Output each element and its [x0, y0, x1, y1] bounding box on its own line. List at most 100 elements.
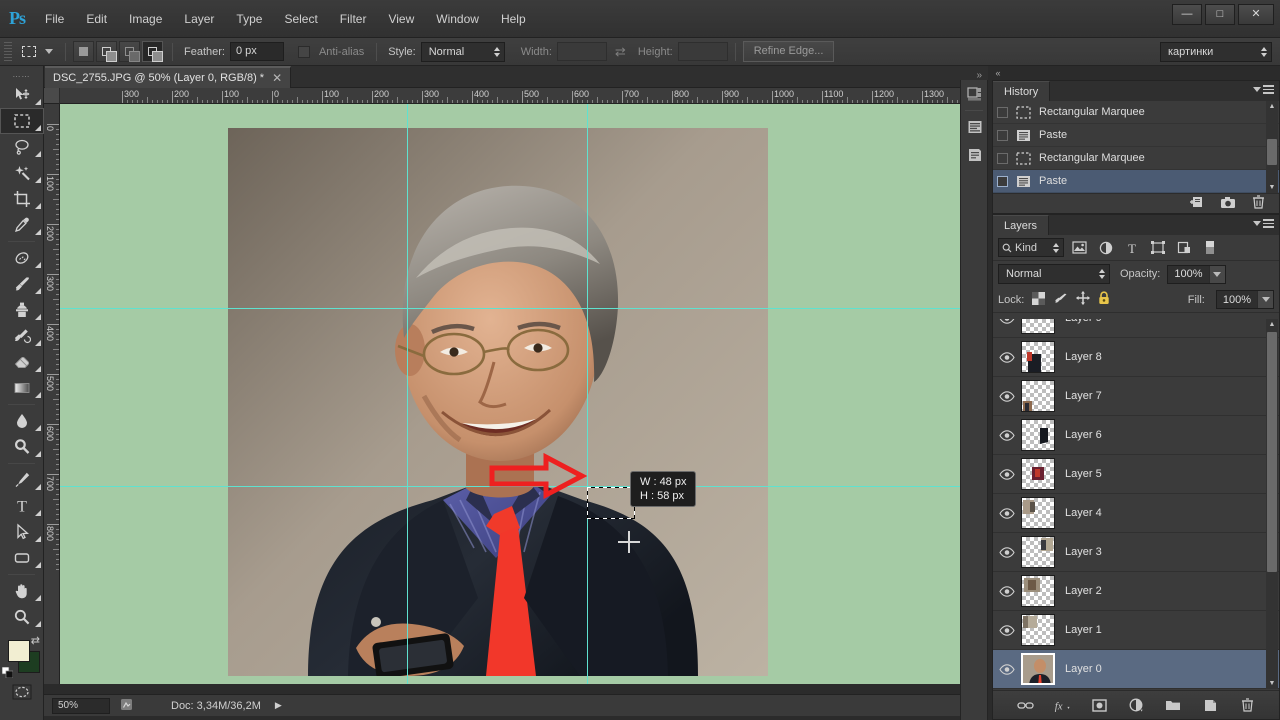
menu-edit[interactable]: Edit [75, 0, 118, 38]
maximize-button[interactable]: □ [1205, 4, 1235, 25]
filter-pixel-icon[interactable] [1069, 238, 1090, 257]
opacity-input[interactable]: 100% [1167, 265, 1225, 284]
close-button[interactable]: ✕ [1238, 4, 1274, 25]
layer-thumbnail[interactable] [1021, 341, 1055, 373]
menu-image[interactable]: Image [118, 0, 173, 38]
document-size-icon[interactable] [120, 698, 133, 714]
history-brush-tool[interactable] [0, 323, 44, 349]
history-state-row[interactable]: Paste [993, 124, 1279, 147]
vertical-guide[interactable] [407, 104, 408, 684]
layer-row[interactable]: Layer 1 [993, 611, 1279, 650]
fill-chevron-down-icon[interactable] [1257, 291, 1273, 308]
layer-thumbnail[interactable] [1021, 419, 1055, 451]
scroll-down-icon[interactable]: ▼ [1266, 678, 1278, 689]
add-to-selection-button[interactable] [96, 41, 117, 62]
rectangular-marquee-tool[interactable] [0, 108, 44, 134]
opacity-chevron-down-icon[interactable] [1209, 266, 1225, 283]
document-tab[interactable]: DSC_2755.JPG @ 50% (Layer 0, RGB/8) * ✕ [45, 66, 291, 88]
width-input[interactable] [557, 42, 607, 61]
layer-style-fx-icon[interactable]: fx [1053, 696, 1071, 714]
history-snapshot-checkbox[interactable] [997, 107, 1008, 118]
layer-thumbnail[interactable] [1021, 380, 1055, 412]
menu-view[interactable]: View [377, 0, 425, 38]
height-input[interactable] [678, 42, 728, 61]
layer-thumbnail[interactable] [1021, 614, 1055, 646]
tab-layers[interactable]: Layers [993, 215, 1049, 235]
document-image[interactable] [228, 128, 768, 676]
type-tool[interactable]: T [0, 493, 44, 519]
lock-transparent-pixels-icon[interactable] [1032, 292, 1045, 308]
layer-thumbnail[interactable] [1021, 536, 1055, 568]
history-state-list[interactable]: Rectangular Marquee Paste Rectangular Ma… [993, 101, 1279, 193]
layer-visibility-eye-icon[interactable] [993, 547, 1021, 558]
layer-visibility-eye-icon[interactable] [993, 664, 1021, 675]
panel-menu-icon[interactable] [1253, 219, 1274, 228]
delete-state-icon[interactable] [1252, 195, 1265, 212]
history-snapshot-checkbox[interactable] [997, 130, 1008, 141]
scroll-down-icon[interactable]: ▼ [1266, 182, 1278, 193]
history-scrollbar[interactable]: ▲ ▼ [1266, 101, 1278, 193]
close-icon[interactable]: ✕ [272, 71, 282, 85]
notes-icon[interactable] [961, 141, 989, 169]
new-group-icon[interactable] [1164, 696, 1182, 714]
layer-thumbnail[interactable] [1021, 319, 1055, 334]
blend-mode-select[interactable]: Normal [998, 264, 1110, 284]
zoom-tool[interactable] [0, 604, 44, 630]
panel-menu-icon[interactable] [1253, 85, 1274, 94]
layer-thumbnail[interactable] [1021, 497, 1055, 529]
history-snapshot-checkbox[interactable] [997, 153, 1008, 164]
feather-input[interactable]: 0 px [230, 42, 284, 61]
swap-colors-icon[interactable]: ⇄ [31, 634, 40, 647]
zoom-level-input[interactable]: 50% [52, 698, 110, 714]
filter-smart-object-icon[interactable] [1173, 238, 1194, 257]
vertical-ruler[interactable]: 0100200300400500600700800 [44, 104, 60, 684]
menu-type[interactable]: Type [225, 0, 273, 38]
intersect-with-selection-button[interactable] [142, 41, 163, 62]
histogram-icon[interactable] [961, 113, 989, 141]
workspace-select[interactable]: картинки [1160, 42, 1272, 62]
horizontal-ruler[interactable]: 3002001000100200300400500600700800900100… [44, 88, 988, 104]
rectangle-tool[interactable] [0, 545, 44, 571]
eyedropper-tool[interactable] [0, 212, 44, 238]
fill-input[interactable]: 100% [1216, 290, 1274, 309]
layer-row[interactable]: Layer 5 [993, 455, 1279, 494]
collapse-panels-icon[interactable]: « [988, 68, 1008, 80]
minimize-button[interactable]: — [1172, 4, 1202, 25]
add-layer-mask-icon[interactable] [1090, 696, 1108, 714]
eraser-tool[interactable] [0, 349, 44, 375]
dodge-tool[interactable] [0, 434, 44, 460]
gradient-tool[interactable] [0, 375, 44, 401]
move-tool[interactable] [0, 82, 44, 108]
layer-thumbnail[interactable] [1021, 458, 1055, 490]
spot-healing-brush-tool[interactable] [0, 245, 44, 271]
layer-thumbnail[interactable] [1021, 575, 1055, 607]
link-layers-icon[interactable] [1016, 696, 1034, 714]
marquee-tool-preset-icon[interactable] [18, 42, 40, 62]
menu-layer[interactable]: Layer [173, 0, 225, 38]
brush-tool[interactable] [0, 271, 44, 297]
menu-filter[interactable]: Filter [329, 0, 378, 38]
swap-dimensions-icon[interactable]: ⇄ [615, 44, 626, 60]
layers-scrollbar[interactable]: ▲ ▼ [1266, 319, 1278, 689]
layer-visibility-eye-icon[interactable] [993, 319, 1021, 324]
magic-wand-tool[interactable] [0, 160, 44, 186]
history-state-row[interactable]: Rectangular Marquee [993, 101, 1279, 124]
new-layer-icon[interactable] [1201, 696, 1219, 714]
foreground-color-swatch[interactable] [8, 640, 30, 662]
layer-visibility-eye-icon[interactable] [993, 586, 1021, 597]
vertical-guide[interactable] [587, 104, 588, 684]
filter-toggle-icon[interactable] [1199, 238, 1220, 257]
filter-kind-select[interactable]: Kind [998, 238, 1064, 257]
tool-preset-chevron-down-icon[interactable] [40, 49, 58, 54]
tab-history[interactable]: History [993, 81, 1050, 101]
history-scroll-thumb[interactable] [1267, 139, 1277, 165]
anti-alias-checkbox-box[interactable] [298, 46, 310, 58]
layer-row-selected[interactable]: Layer 0 [993, 650, 1279, 689]
style-select[interactable]: Normal [421, 42, 505, 62]
lock-image-pixels-icon[interactable] [1053, 292, 1068, 308]
create-document-from-state-icon[interactable] [1189, 195, 1204, 212]
canvas-area[interactable]: W : 48 px H : 58 px [60, 104, 988, 684]
layer-visibility-eye-icon[interactable] [993, 391, 1021, 402]
layer-visibility-eye-icon[interactable] [993, 508, 1021, 519]
toolbox-grip[interactable]: ⋯⋯ [0, 70, 43, 82]
